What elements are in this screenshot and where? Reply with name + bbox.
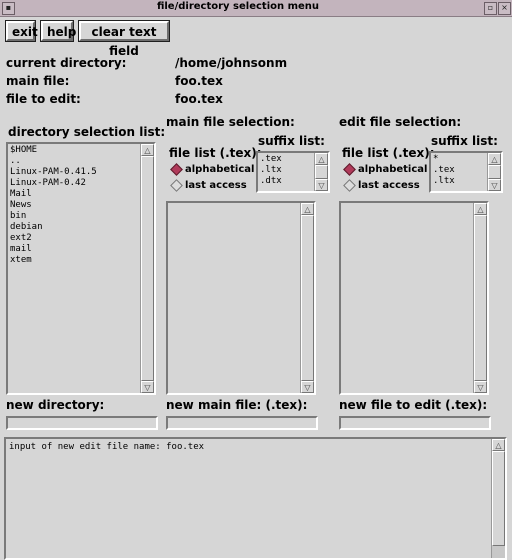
current-directory-value: /home/johnsonm [175, 56, 288, 70]
main-sort-last-access-radio[interactable] [170, 179, 183, 192]
scroll-up-arrow-icon[interactable]: △ [474, 203, 487, 215]
main-file-value: foo.tex [175, 74, 223, 88]
scroll-down-arrow-icon[interactable]: ▽ [301, 381, 314, 393]
list-item[interactable]: xtem [10, 255, 97, 266]
edit-suffix-listbox[interactable]: * .tex .ltx △ ▽ [429, 151, 503, 193]
list-item[interactable]: .. [10, 156, 97, 167]
new-edit-file-label: new file to edit (.tex): [339, 398, 488, 412]
scroll-up-arrow-icon[interactable]: △ [301, 203, 314, 215]
main-file-listbox[interactable]: △ ▽ [166, 201, 316, 395]
edit-sort-alphabetical-label[interactable]: alphabetical [358, 164, 427, 175]
edit-suffix-scrollbar[interactable]: △ ▽ [487, 153, 501, 191]
main-suffix-scrollbar[interactable]: △ ▽ [314, 153, 328, 191]
main-suffix-label: suffix list: [258, 134, 325, 148]
current-directory-label: current directory: [6, 56, 127, 70]
edit-file-scrollbar[interactable]: △ ▽ [473, 203, 487, 393]
main-suffix-items: .tex .ltx .dtx [260, 154, 282, 187]
edit-suffix-items: * .tex .ltx [433, 154, 455, 187]
title-bar: ▪ file/directory selection menu ▫ × [0, 0, 512, 17]
scroll-thumb[interactable] [141, 156, 154, 381]
edit-sort-alphabetical-radio[interactable] [343, 163, 356, 176]
scroll-up-arrow-icon[interactable]: △ [488, 153, 501, 165]
list-item[interactable]: Linux-PAM-0.42 [10, 178, 97, 189]
edit-suffix-label: suffix list: [431, 134, 498, 148]
scroll-up-arrow-icon[interactable]: △ [492, 439, 505, 451]
file-to-edit-value: foo.tex [175, 92, 223, 106]
main-sort-alphabetical-label[interactable]: alphabetical [185, 164, 254, 175]
list-item[interactable]: .ltx [433, 176, 455, 187]
message-text-area[interactable]: input of new edit file name: foo.tex △ [4, 437, 507, 560]
list-item[interactable]: ext2 [10, 233, 97, 244]
directory-selection-heading: directory selection list: [8, 125, 166, 139]
list-item[interactable]: .tex [260, 154, 282, 165]
scroll-up-arrow-icon[interactable]: △ [141, 144, 154, 156]
new-main-file-label: new main file: (.tex): [166, 398, 308, 412]
main-file-list-label: file list (.tex): [169, 146, 262, 160]
list-item[interactable]: bin [10, 211, 97, 222]
scroll-thumb[interactable] [492, 451, 505, 546]
main-file-selection-heading: main file selection: [166, 115, 295, 129]
clear-text-field-button[interactable]: clear text field [79, 21, 169, 58]
list-item[interactable]: .tex [433, 165, 455, 176]
main-sort-last-access-label[interactable]: last access [185, 180, 247, 191]
directory-listbox[interactable]: $HOME .. Linux-PAM-0.41.5 Linux-PAM-0.42… [6, 142, 156, 395]
close-icon[interactable]: × [498, 2, 511, 15]
scroll-thumb[interactable] [474, 215, 487, 381]
file-to-edit-label: file to edit: [6, 92, 81, 106]
edit-file-selection-heading: edit file selection: [339, 115, 462, 129]
directory-items: $HOME .. Linux-PAM-0.41.5 Linux-PAM-0.42… [10, 145, 97, 266]
new-main-file-input[interactable] [166, 416, 318, 430]
list-item[interactable]: * [433, 154, 455, 165]
list-item[interactable]: Linux-PAM-0.41.5 [10, 167, 97, 178]
new-edit-file-input[interactable] [339, 416, 491, 430]
scroll-up-arrow-icon[interactable]: △ [315, 153, 328, 165]
message-text: input of new edit file name: foo.tex [9, 442, 205, 452]
list-item[interactable]: .ltx [260, 165, 282, 176]
scroll-thumb[interactable] [488, 165, 501, 179]
main-file-label: main file: [6, 74, 70, 88]
exit-button[interactable]: exit [6, 21, 38, 41]
list-item[interactable]: Mail [10, 189, 97, 200]
minimize-icon[interactable]: ▫ [484, 2, 497, 15]
window-title: file/directory selection menu [156, 1, 320, 12]
edit-file-listbox[interactable]: △ ▽ [339, 201, 489, 395]
new-directory-label: new directory: [6, 398, 105, 412]
main-suffix-listbox[interactable]: .tex .ltx .dtx △ ▽ [256, 151, 330, 193]
main-sort-alphabetical-radio[interactable] [170, 163, 183, 176]
edit-file-list-label: file list (.tex): [342, 146, 435, 160]
list-item[interactable]: .dtx [260, 176, 282, 187]
edit-sort-last-access-label[interactable]: last access [358, 180, 420, 191]
scroll-down-arrow-icon[interactable]: ▽ [315, 179, 328, 191]
scroll-thumb[interactable] [315, 165, 328, 179]
list-item[interactable]: News [10, 200, 97, 211]
scroll-thumb[interactable] [301, 215, 314, 381]
new-directory-input[interactable] [6, 416, 158, 430]
list-item[interactable]: $HOME [10, 145, 97, 156]
message-scrollbar[interactable]: △ [491, 439, 505, 558]
list-item[interactable]: mail [10, 244, 97, 255]
list-item[interactable]: debian [10, 222, 97, 233]
edit-sort-last-access-radio[interactable] [343, 179, 356, 192]
scroll-down-arrow-icon[interactable]: ▽ [488, 179, 501, 191]
scroll-down-arrow-icon[interactable]: ▽ [141, 381, 154, 393]
main-file-scrollbar[interactable]: △ ▽ [300, 203, 314, 393]
help-button[interactable]: help [41, 21, 76, 41]
scroll-down-arrow-icon[interactable]: ▽ [474, 381, 487, 393]
directory-scrollbar[interactable]: △ ▽ [140, 144, 154, 393]
